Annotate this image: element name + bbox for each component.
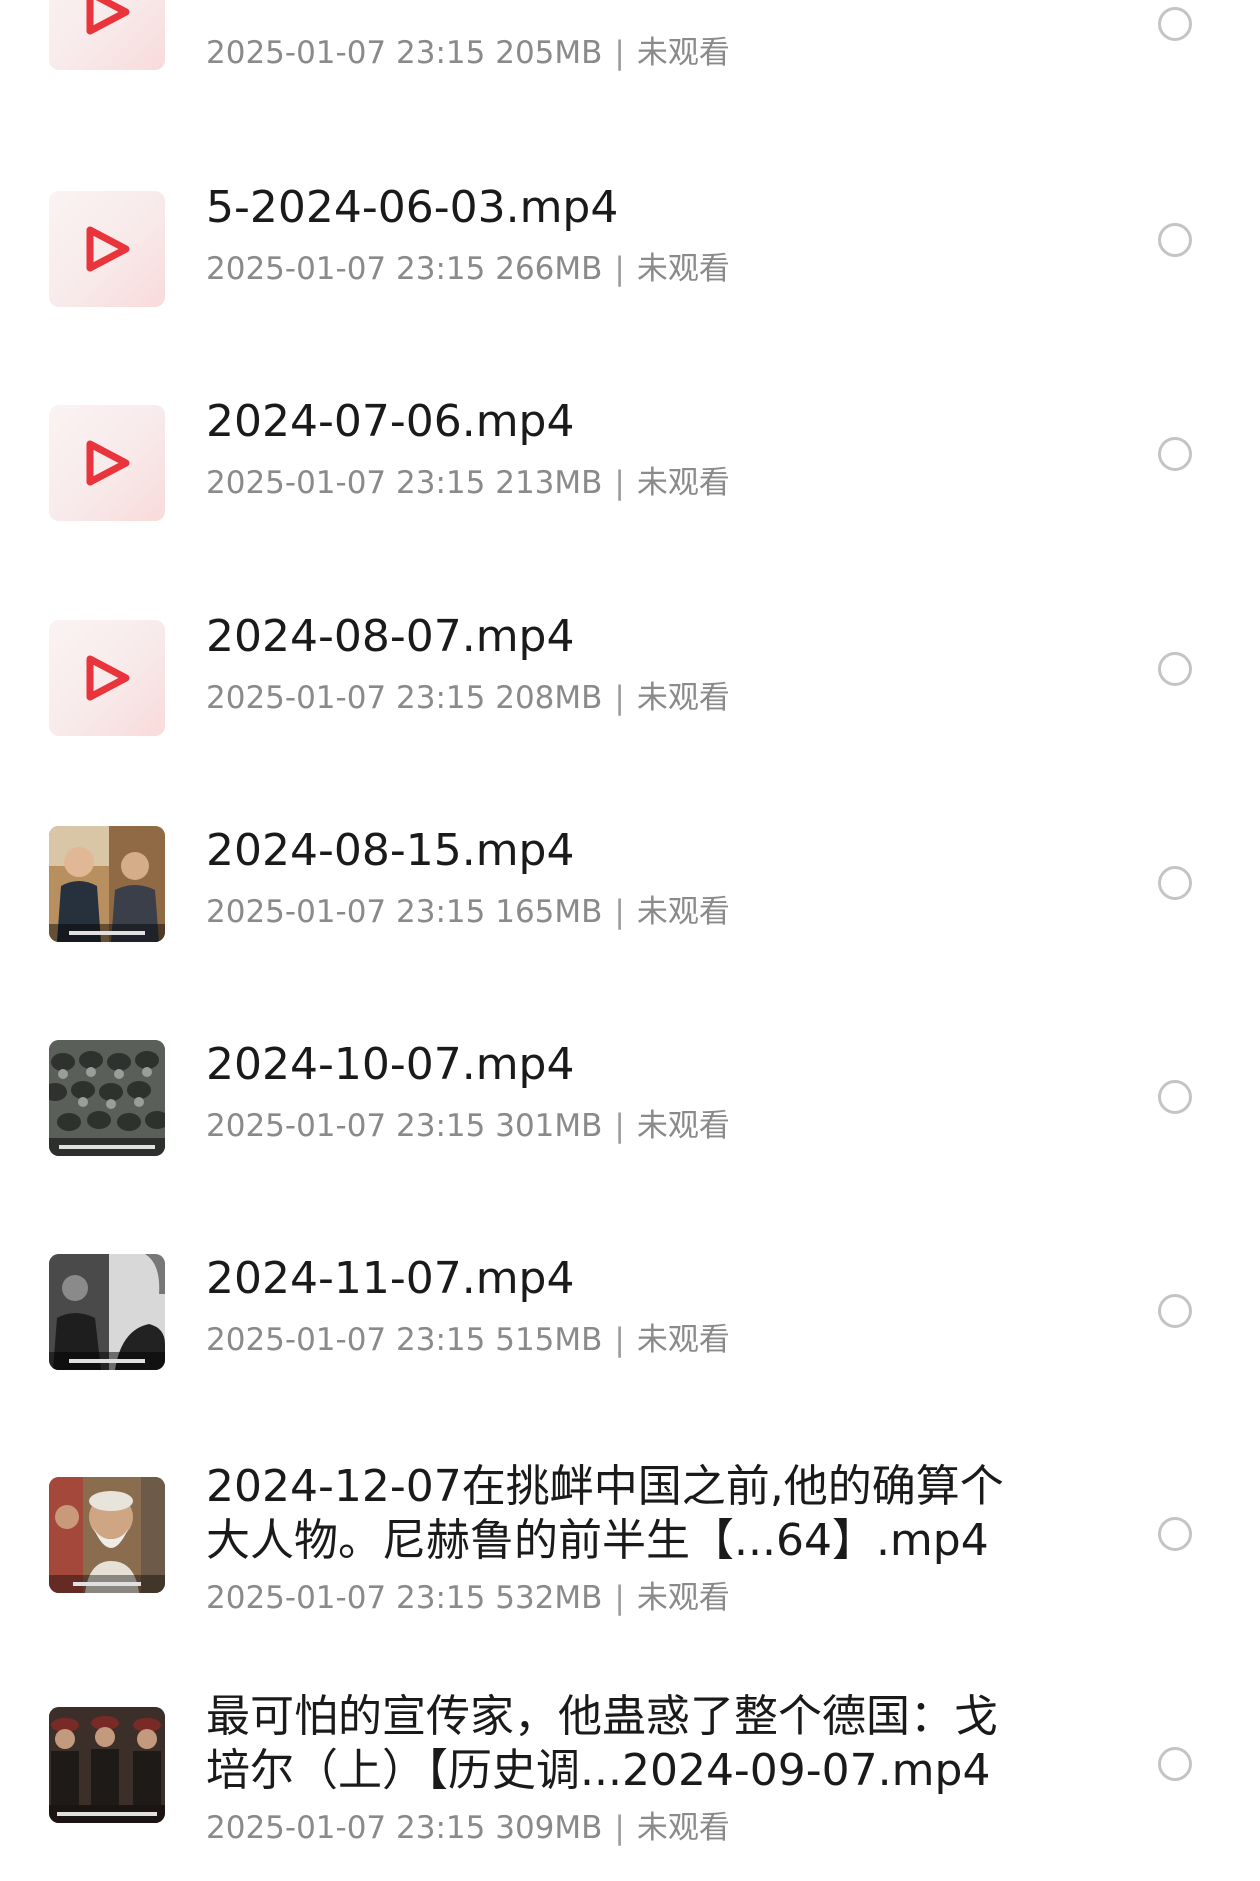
file-date: 2025-01-07 23:15 bbox=[206, 894, 486, 930]
file-size: 301MB bbox=[495, 1108, 603, 1144]
file-date: 2025-01-07 23:15 bbox=[206, 1580, 486, 1616]
file-meta: 2025-01-07 23:15 515MB | 未观看 bbox=[206, 1320, 730, 1360]
file-meta: 2025-01-07 23:15 532MB | 未观看 bbox=[206, 1578, 730, 1618]
file-date: 2025-01-07 23:15 bbox=[206, 251, 486, 287]
watch-status: 未观看 bbox=[636, 1322, 730, 1358]
file-date: 2025-01-07 23:15 bbox=[206, 1108, 486, 1144]
meta-separator: | bbox=[614, 1322, 625, 1358]
meta-separator: | bbox=[614, 465, 625, 501]
file-size: 515MB bbox=[495, 1322, 603, 1358]
file-name: 2024-12-07在挑衅中国之前,他的确算个大人物。尼赫鲁的前半生【...64… bbox=[206, 1461, 1004, 1566]
watch-status: 未观看 bbox=[636, 251, 730, 287]
video-thumbnail-image bbox=[49, 1040, 165, 1156]
select-radio[interactable] bbox=[1158, 866, 1192, 900]
file-name: 2024-11-07.mp4 bbox=[206, 1253, 575, 1304]
video-thumbnail-image bbox=[49, 1707, 165, 1823]
file-name: 2024-08-07.mp4 bbox=[206, 611, 575, 662]
file-meta: 2025-01-07 23:15 301MB | 未观看 bbox=[206, 1106, 730, 1146]
video-file-thumbnail bbox=[49, 620, 165, 736]
file-date: 2025-01-07 23:15 bbox=[206, 1322, 486, 1358]
file-size: 213MB bbox=[495, 465, 603, 501]
video-thumbnail-image bbox=[49, 1477, 165, 1593]
file-size: 205MB bbox=[495, 35, 603, 71]
meta-separator: | bbox=[614, 680, 625, 716]
play-icon bbox=[86, 655, 130, 701]
video-file-thumbnail bbox=[49, 191, 165, 307]
watch-status: 未观看 bbox=[636, 680, 730, 716]
file-date: 2025-01-07 23:15 bbox=[206, 1810, 486, 1846]
play-icon bbox=[86, 226, 130, 272]
file-name: 2024-08-15.mp4 bbox=[206, 825, 575, 876]
file-size: 208MB bbox=[495, 680, 603, 716]
video-thumbnail-image bbox=[49, 826, 165, 942]
file-meta: 2025-01-07 23:15 208MB | 未观看 bbox=[206, 678, 730, 718]
select-radio[interactable] bbox=[1158, 1747, 1192, 1781]
video-file-thumbnail bbox=[49, 0, 165, 70]
file-meta: 2025-01-07 23:15 213MB | 未观看 bbox=[206, 463, 730, 503]
select-radio[interactable] bbox=[1158, 437, 1192, 471]
file-list: 2025-01-07 23:15 205MB | 未观看 5-2024-06-03.… bbox=[0, 0, 1260, 1881]
select-radio[interactable] bbox=[1158, 1517, 1192, 1551]
file-name: 5-2024-06-03.mp4 bbox=[206, 182, 619, 233]
file-meta: 2025-01-07 23:15 309MB | 未观看 bbox=[206, 1808, 730, 1848]
file-size: 309MB bbox=[495, 1810, 603, 1846]
watch-status: 未观看 bbox=[636, 35, 730, 71]
watch-status: 未观看 bbox=[636, 1108, 730, 1144]
file-meta: 2025-01-07 23:15 266MB | 未观看 bbox=[206, 249, 730, 289]
meta-separator: | bbox=[614, 1810, 625, 1846]
video-file-thumbnail bbox=[49, 405, 165, 521]
meta-separator: | bbox=[614, 1580, 625, 1616]
file-meta: 2025-01-07 23:15 205MB | 未观看 bbox=[206, 33, 730, 73]
select-radio[interactable] bbox=[1158, 1080, 1192, 1114]
meta-separator: | bbox=[614, 35, 625, 71]
watch-status: 未观看 bbox=[636, 1580, 730, 1616]
file-date: 2025-01-07 23:15 bbox=[206, 680, 486, 716]
watch-status: 未观看 bbox=[636, 465, 730, 501]
file-name: 2024-07-06.mp4 bbox=[206, 396, 575, 447]
play-icon bbox=[86, 440, 130, 486]
file-name: 最可怕的宣传家，他蛊惑了整个德国：戈培尔（上）【历史调...2024-09-07… bbox=[206, 1691, 998, 1796]
watch-status: 未观看 bbox=[636, 1810, 730, 1846]
select-radio[interactable] bbox=[1158, 223, 1192, 257]
file-meta: 2025-01-07 23:15 165MB | 未观看 bbox=[206, 892, 730, 932]
select-radio[interactable] bbox=[1158, 652, 1192, 686]
meta-separator: | bbox=[614, 1108, 625, 1144]
select-radio[interactable] bbox=[1158, 1294, 1192, 1328]
watch-status: 未观看 bbox=[636, 894, 730, 930]
select-radio[interactable] bbox=[1158, 7, 1192, 41]
file-date: 2025-01-07 23:15 bbox=[206, 35, 486, 71]
file-date: 2025-01-07 23:15 bbox=[206, 465, 486, 501]
file-size: 165MB bbox=[495, 894, 603, 930]
meta-separator: | bbox=[614, 894, 625, 930]
file-size: 532MB bbox=[495, 1580, 603, 1616]
play-icon bbox=[86, 0, 130, 35]
meta-separator: | bbox=[614, 251, 625, 287]
file-name: 2024-10-07.mp4 bbox=[206, 1039, 575, 1090]
file-size: 266MB bbox=[495, 251, 603, 287]
video-thumbnail-image bbox=[49, 1254, 165, 1370]
